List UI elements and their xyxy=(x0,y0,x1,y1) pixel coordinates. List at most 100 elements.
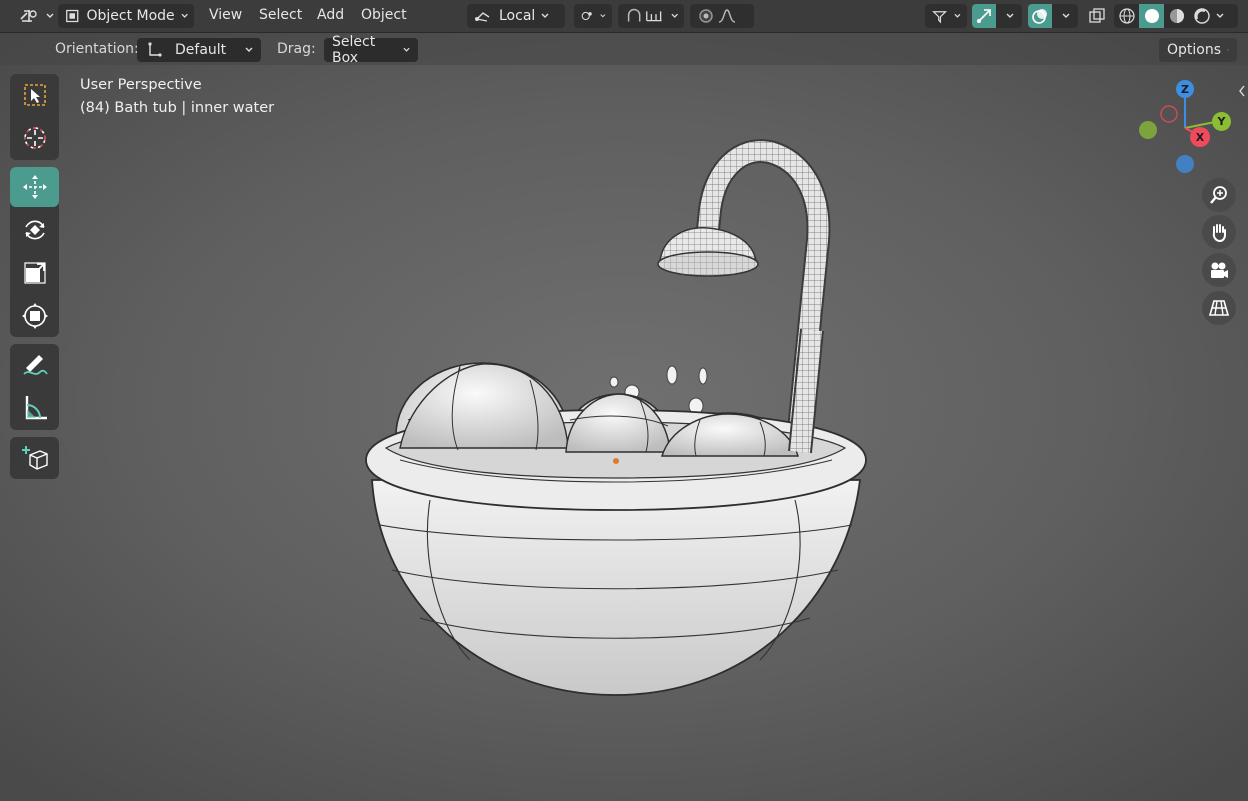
transform-tool[interactable] xyxy=(10,296,59,336)
toolbar-add-group xyxy=(10,437,59,479)
rotate-tool[interactable] xyxy=(10,210,59,250)
chevron-down-icon xyxy=(46,13,54,18)
object-mode-icon xyxy=(66,9,79,23)
cursor-tool[interactable] xyxy=(10,118,59,158)
gizmo-y-axis[interactable]: Y xyxy=(1212,112,1231,131)
scale-icon xyxy=(23,262,46,284)
collapse-sidebar-icon[interactable] xyxy=(1238,85,1246,97)
grid-icon xyxy=(1208,300,1230,316)
magnet-icon[interactable] xyxy=(624,7,644,25)
chevron-down-icon xyxy=(541,13,549,18)
menu-select[interactable]: Select xyxy=(259,7,302,23)
orientation-value: Default xyxy=(175,42,227,58)
proportional-edit-icon[interactable] xyxy=(696,7,716,25)
perspective-toggle-button[interactable] xyxy=(1202,291,1236,325)
chevron-down-icon xyxy=(954,13,961,18)
editor-type-button[interactable] xyxy=(12,4,60,28)
options-label: Options xyxy=(1167,42,1222,58)
mode-dropdown[interactable]: Object Mode xyxy=(58,4,194,28)
object-origin-dot xyxy=(613,458,619,464)
view-name: User Perspective xyxy=(80,77,202,93)
bathtub-model[interactable] xyxy=(340,130,900,710)
chevron-down-icon[interactable] xyxy=(1062,12,1070,20)
select-box-icon xyxy=(23,84,46,106)
pivot-icon xyxy=(581,11,592,21)
local-axis-icon xyxy=(475,12,490,22)
rotate-icon xyxy=(24,220,45,240)
move-tool[interactable] xyxy=(10,167,59,207)
hand-icon xyxy=(1212,224,1226,243)
scale-tool[interactable] xyxy=(10,253,59,293)
menu-object[interactable]: Object xyxy=(361,7,407,23)
add-cube-icon xyxy=(21,446,48,470)
rendered-sphere-icon xyxy=(1193,8,1210,24)
material-shading-button[interactable] xyxy=(1164,4,1189,28)
gizmo-x-axis[interactable]: X xyxy=(1190,127,1210,147)
object-info: (84) Bath tub | inner water xyxy=(80,100,275,116)
select-filter-icon xyxy=(932,11,948,24)
menu-view[interactable]: View xyxy=(209,7,242,23)
chevron-down-icon[interactable] xyxy=(1006,12,1014,20)
toolbar-annotate-group xyxy=(10,344,59,430)
orientation-label: Orientation: xyxy=(55,41,139,57)
falloff-curve-icon[interactable] xyxy=(716,7,738,25)
zoom-icon xyxy=(1210,186,1227,204)
gizmo-z-axis[interactable]: Z xyxy=(1176,80,1194,98)
options-dropdown[interactable]: Options xyxy=(1159,38,1237,62)
solid-sphere-icon xyxy=(1144,9,1159,23)
transform-pivot-label: Local xyxy=(499,8,536,24)
gizmo-toggle-button[interactable] xyxy=(972,4,996,28)
zoom-view-button[interactable] xyxy=(1202,178,1236,212)
orientation-axis-icon xyxy=(148,42,162,57)
drag-label: Drag: xyxy=(277,41,316,57)
snap-increment-icon[interactable] xyxy=(644,7,664,25)
toolbar-transform-group xyxy=(10,167,59,337)
snap-group xyxy=(618,4,684,28)
chevron-down-icon xyxy=(671,13,678,18)
overlay-icon xyxy=(1032,9,1047,24)
gizmo-icon xyxy=(977,9,991,23)
shower-head xyxy=(657,227,759,277)
chevron-down-icon xyxy=(403,47,410,52)
xray-toggle[interactable] xyxy=(1084,4,1110,28)
xray-icon xyxy=(1089,8,1105,23)
camera-icon xyxy=(1211,262,1228,278)
menu-add[interactable]: Add xyxy=(317,7,344,23)
pivot-point-dropdown[interactable] xyxy=(574,4,612,28)
proportional-edit-group xyxy=(690,4,754,28)
material-sphere-icon xyxy=(1169,9,1184,23)
orientation-dropdown[interactable]: Default xyxy=(137,38,261,62)
overlay-toggle-button[interactable] xyxy=(1028,4,1052,28)
shading-group xyxy=(1114,4,1238,28)
wireframe-shading-button[interactable] xyxy=(1114,4,1139,28)
add-cube-tool[interactable] xyxy=(10,438,59,478)
chevron-down-icon[interactable] xyxy=(1216,12,1224,20)
select-box-tool[interactable] xyxy=(10,75,59,115)
move-icon xyxy=(22,175,47,199)
drag-dropdown[interactable]: Select Box xyxy=(324,34,418,66)
annotate-tool[interactable] xyxy=(10,345,59,385)
solid-shading-button[interactable] xyxy=(1139,4,1164,28)
chevron-down-icon xyxy=(181,13,188,18)
chevron-down-icon xyxy=(1227,49,1229,51)
visibility-dropdown[interactable] xyxy=(925,4,967,28)
editor-type-icon xyxy=(20,10,37,22)
drag-value: Select Box xyxy=(332,34,376,66)
header-bar: Object Mode View Select Add Object Local xyxy=(0,0,1248,33)
camera-view-button[interactable] xyxy=(1202,253,1236,287)
measure-tool[interactable] xyxy=(10,388,59,428)
pan-view-button[interactable] xyxy=(1202,215,1236,249)
cursor-icon xyxy=(23,127,46,149)
wireframe-sphere-icon xyxy=(1118,8,1135,24)
transform-orientation-dropdown[interactable]: Local xyxy=(467,4,565,28)
mode-label: Object Mode xyxy=(86,8,175,24)
overlay-toggle-group xyxy=(1028,4,1078,28)
gizmo-toggle-group xyxy=(972,4,1022,28)
rendered-shading-button[interactable] xyxy=(1189,4,1214,28)
annotate-icon xyxy=(22,355,48,375)
toolbar-select-group xyxy=(10,74,59,160)
chevron-down-icon xyxy=(600,14,606,18)
transform-icon xyxy=(21,303,48,329)
measure-icon xyxy=(25,396,47,420)
chevron-down-icon xyxy=(245,47,253,52)
